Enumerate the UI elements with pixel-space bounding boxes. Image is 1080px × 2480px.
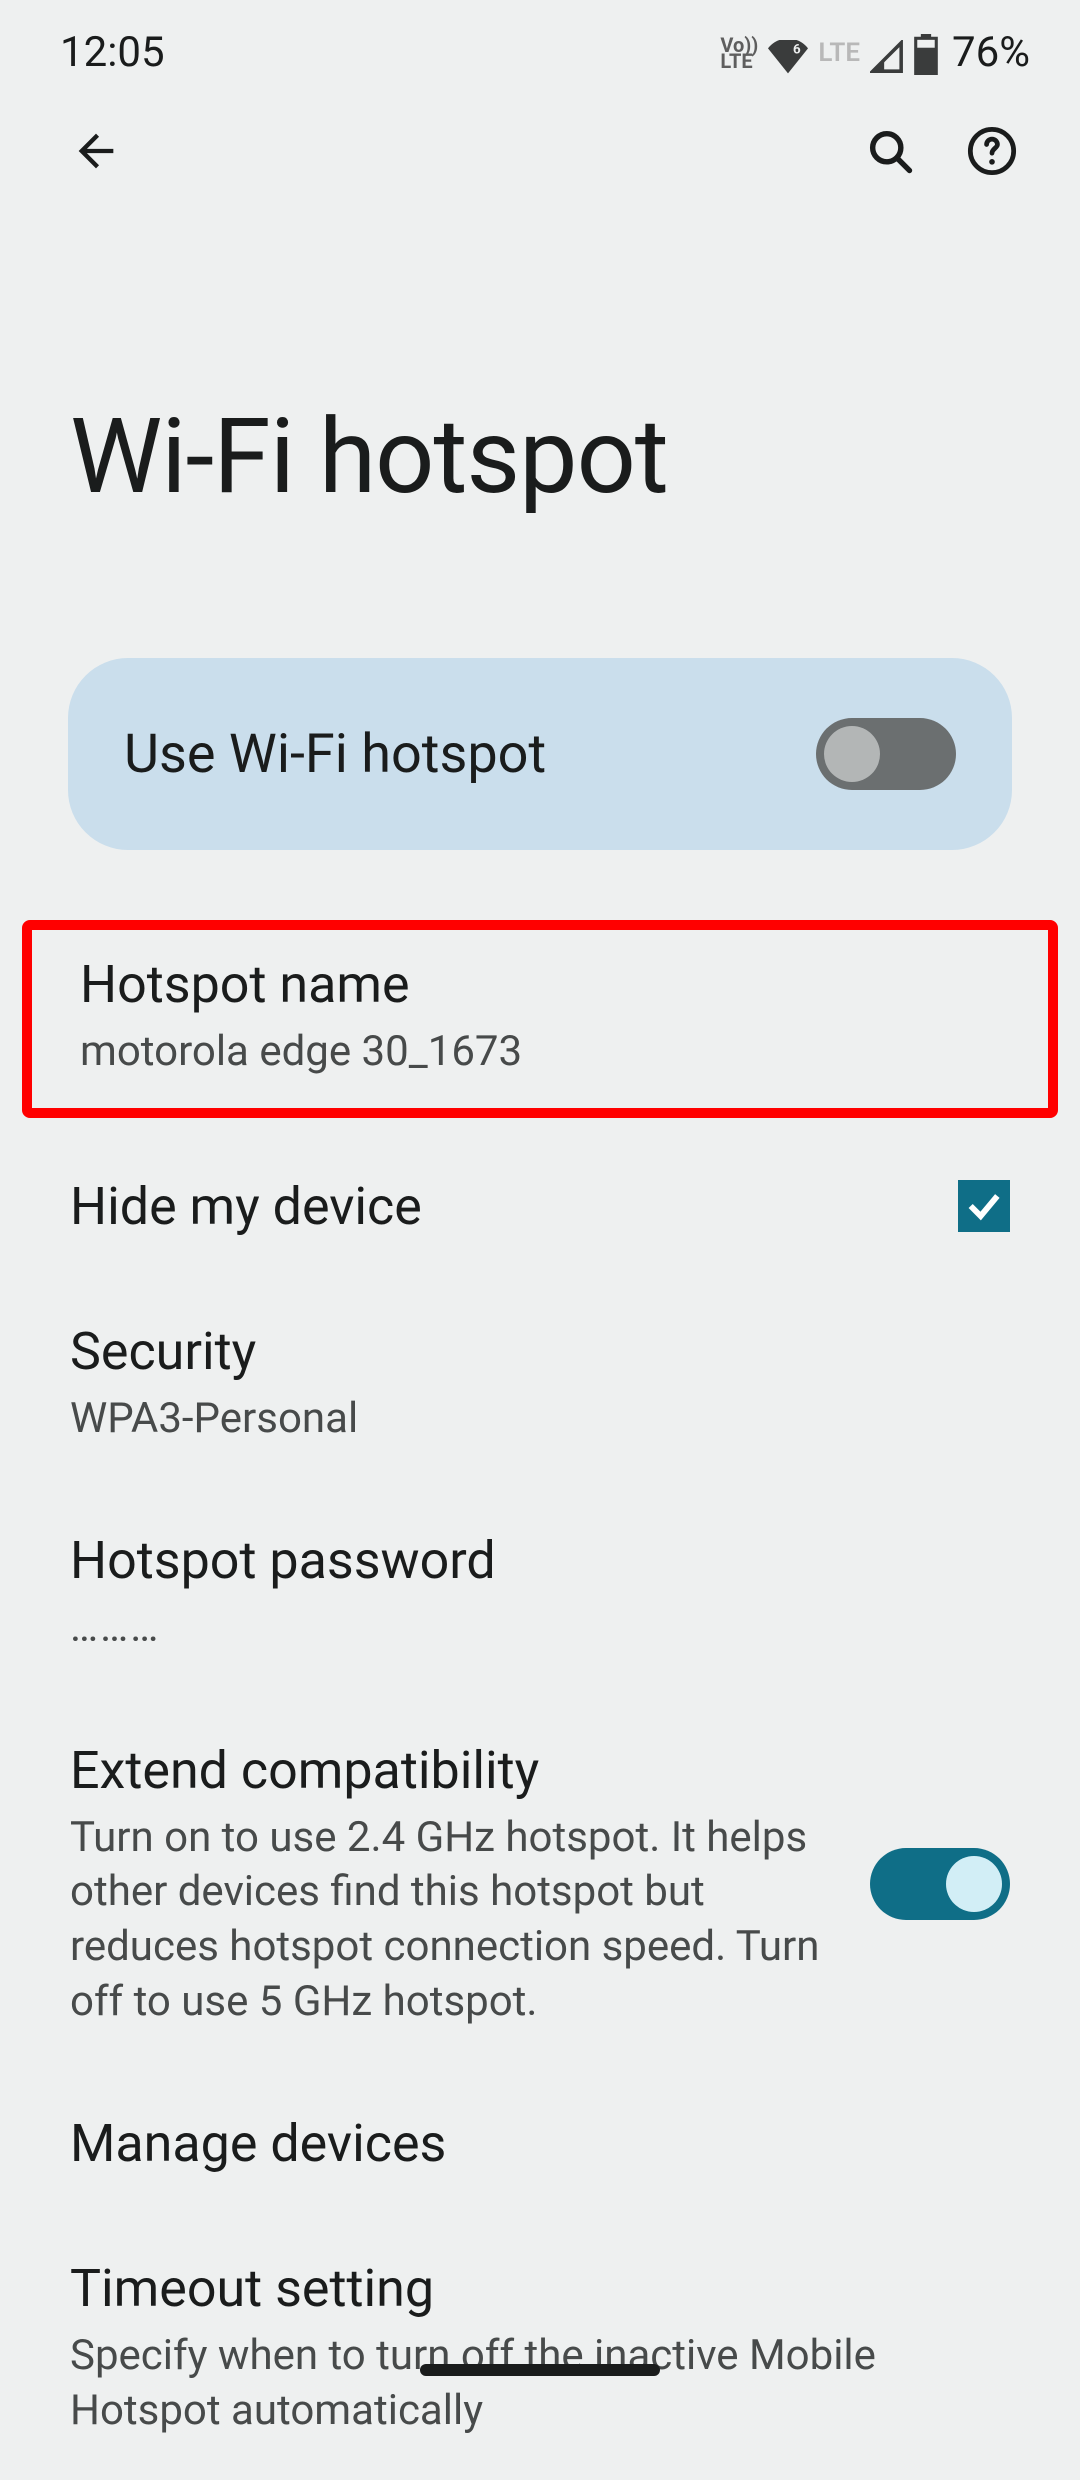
lte-indicator: LTE	[818, 38, 860, 68]
timeout-setting-row[interactable]: Timeout setting Specify when to turn off…	[40, 2216, 1040, 2480]
extend-compatibility-toggle[interactable]	[870, 1848, 1010, 1920]
hide-device-checkbox[interactable]	[958, 1180, 1010, 1232]
hotspot-name-title: Hotspot name	[80, 954, 1000, 1015]
battery-icon	[914, 34, 938, 72]
status-time: 12:05	[60, 28, 165, 77]
manage-devices-title: Manage devices	[70, 2113, 1010, 2174]
hotspot-name-row[interactable]: Hotspot name motorola edge 30_1673	[22, 920, 1058, 1118]
navigation-pill[interactable]	[420, 2364, 660, 2376]
security-title: Security	[70, 1321, 1010, 1382]
status-right: Vo)) LTE 6 LTE 76%	[720, 28, 1030, 77]
security-value: WPA3-Personal	[70, 1392, 1010, 1447]
help-button[interactable]	[956, 115, 1028, 187]
app-bar	[0, 87, 1080, 187]
volte-icon: Vo)) LTE	[720, 37, 758, 69]
back-button[interactable]	[60, 115, 132, 187]
battery-percent: 76%	[952, 28, 1030, 77]
search-button[interactable]	[854, 115, 926, 187]
use-hotspot-label: Use Wi-Fi hotspot	[124, 723, 546, 786]
timeout-setting-title: Timeout setting	[70, 2258, 1010, 2319]
timeout-setting-desc: Specify when to turn off the inactive Mo…	[70, 2329, 1010, 2438]
extend-compatibility-desc: Turn on to use 2.4 GHz hotspot. It helps…	[70, 1811, 834, 2029]
check-icon	[964, 1186, 1004, 1226]
hotspot-password-title: Hotspot password	[70, 1530, 1010, 1591]
signal-icon	[870, 36, 904, 70]
search-icon	[864, 125, 916, 177]
help-icon	[966, 125, 1018, 177]
svg-text:6: 6	[793, 43, 801, 58]
extend-compatibility-title: Extend compatibility	[70, 1740, 834, 1801]
manage-devices-row[interactable]: Manage devices	[40, 2071, 1040, 2216]
use-hotspot-card[interactable]: Use Wi-Fi hotspot	[68, 658, 1012, 850]
wifi-icon: 6	[768, 36, 808, 70]
extend-compatibility-row[interactable]: Extend compatibility Turn on to use 2.4 …	[40, 1698, 1040, 2071]
page-title: Wi-Fi hotspot	[0, 187, 1080, 658]
use-hotspot-toggle[interactable]	[816, 718, 956, 790]
hide-device-title: Hide my device	[70, 1176, 922, 1237]
security-row[interactable]: Security WPA3-Personal	[40, 1279, 1040, 1489]
hotspot-password-row[interactable]: Hotspot password ………	[40, 1488, 1040, 1698]
arrow-back-icon	[70, 125, 122, 177]
hide-device-row[interactable]: Hide my device	[40, 1118, 1040, 1279]
status-bar: 12:05 Vo)) LTE 6 LTE 76%	[0, 0, 1080, 87]
hotspot-name-value: motorola edge 30_1673	[80, 1025, 1000, 1080]
hotspot-password-value: ………	[70, 1601, 1010, 1656]
